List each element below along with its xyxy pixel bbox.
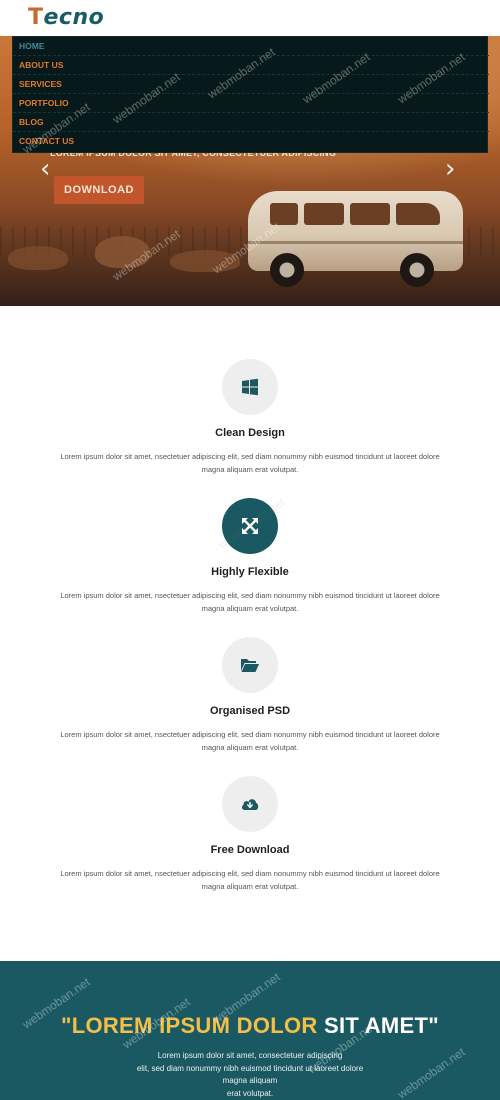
feature-description-line: Lorem ipsum dolor sit amet, nsectetuer a… xyxy=(60,869,440,878)
feature-description: Lorem ipsum dolor sit amet, nsectetuer a… xyxy=(40,868,460,893)
header: Tecno xyxy=(0,0,500,36)
banner-text-line: erat volutpat. xyxy=(226,1088,274,1098)
feature-description-line: Lorem ipsum dolor sit amet, nsectetuer a… xyxy=(60,591,440,600)
banner-text: Lorem ipsum dolor sit amet, consectetuer… xyxy=(130,1050,370,1100)
cloud-download-icon xyxy=(241,799,259,810)
main-nav: HOME ABOUT US SERVICES PORTFOLIO BLOG CO… xyxy=(12,36,489,153)
download-button[interactable]: DOWNLOAD xyxy=(54,176,144,204)
hero-rock xyxy=(8,246,68,270)
nav-item-home[interactable]: HOME xyxy=(13,37,489,56)
banner-highlight: LOREM IPSUM DOLOR xyxy=(71,1013,318,1038)
feature-free-download: Free Download Lorem ipsum dolor sit amet… xyxy=(0,776,500,916)
windows-icon xyxy=(242,378,258,396)
feature-icon-circle xyxy=(222,776,278,832)
nav-item-about-us[interactable]: ABOUT US xyxy=(13,56,489,75)
feature-description: Lorem ipsum dolor sit amet, nsectetuer a… xyxy=(40,451,460,476)
logo-first-letter: T xyxy=(28,5,44,30)
nav-item-blog[interactable]: BLOG xyxy=(13,113,489,132)
feature-title: Clean Design xyxy=(215,427,285,439)
banner-headline: "LOREM IPSUM DOLOR SIT AMET" xyxy=(0,1013,500,1039)
feature-description-line: magna aliquam erat volutpat. xyxy=(201,603,299,613)
logo-rest: ecno xyxy=(43,5,105,30)
feature-highly-flexible: Highly Flexible Lorem ipsum dolor sit am… xyxy=(0,498,500,638)
folder-open-icon xyxy=(241,659,259,672)
feature-icon-circle xyxy=(222,498,278,554)
banner-quote-open: " xyxy=(60,1013,72,1038)
feature-title: Free Download xyxy=(210,844,290,856)
feature-title: Organised PSD xyxy=(209,705,291,717)
hero-van-image xyxy=(240,191,470,291)
nav-item-portfolio[interactable]: PORTFOLIO xyxy=(13,94,489,113)
feature-description-line: magna aliquam erat volutpat. xyxy=(201,881,299,891)
hero-rock xyxy=(95,236,150,268)
feature-description-line: Lorem ipsum dolor sit amet, nsectetuer a… xyxy=(60,730,440,739)
feature-description: Lorem ipsum dolor sit amet, nsectetuer a… xyxy=(40,590,460,615)
banner-text-line: Lorem ipsum dolor sit amet, consectetuer… xyxy=(157,1051,343,1060)
quote-banner: "LOREM IPSUM DOLOR SIT AMET" Lorem ipsum… xyxy=(0,961,500,1100)
nav-item-services[interactable]: SERVICES xyxy=(13,75,489,94)
feature-clean-design: Clean Design Lorem ipsum dolor sit amet,… xyxy=(0,359,500,499)
feature-description-line: magna aliquam erat volutpat. xyxy=(201,464,299,474)
feature-icon-circle xyxy=(222,637,278,693)
prev-slide-icon[interactable]: ‹ xyxy=(40,156,50,182)
banner-headline-rest: SIT AMET" xyxy=(317,1013,439,1038)
feature-icon-circle xyxy=(222,359,278,415)
feature-description-line: magna aliquam erat volutpat. xyxy=(201,742,299,752)
feature-description: Lorem ipsum dolor sit amet, nsectetuer a… xyxy=(40,729,460,754)
expand-icon xyxy=(242,518,258,534)
banner-text-line: elit, sed diam nonummy nibh euismod tinc… xyxy=(136,1063,364,1086)
logo[interactable]: Tecno xyxy=(28,5,104,30)
hero-rock xyxy=(170,250,240,272)
feature-organised-psd: Organised PSD Lorem ipsum dolor sit amet… xyxy=(0,637,500,777)
feature-title: Highly Flexible xyxy=(211,566,289,578)
nav-item-contact-us[interactable]: CONTACT US xyxy=(13,132,489,151)
next-slide-icon[interactable]: › xyxy=(445,156,455,182)
feature-description-line: Lorem ipsum dolor sit amet, nsectetuer a… xyxy=(60,452,440,461)
